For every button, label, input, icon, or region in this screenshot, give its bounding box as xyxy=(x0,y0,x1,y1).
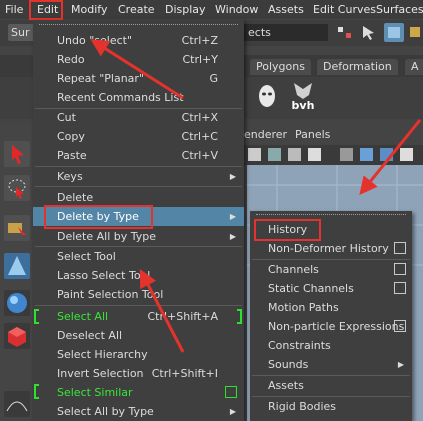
annotation-arrow xyxy=(359,119,422,195)
annotation-arrows xyxy=(90,39,422,353)
annotation-arrow xyxy=(90,39,184,100)
annotation-arrow xyxy=(139,269,185,353)
